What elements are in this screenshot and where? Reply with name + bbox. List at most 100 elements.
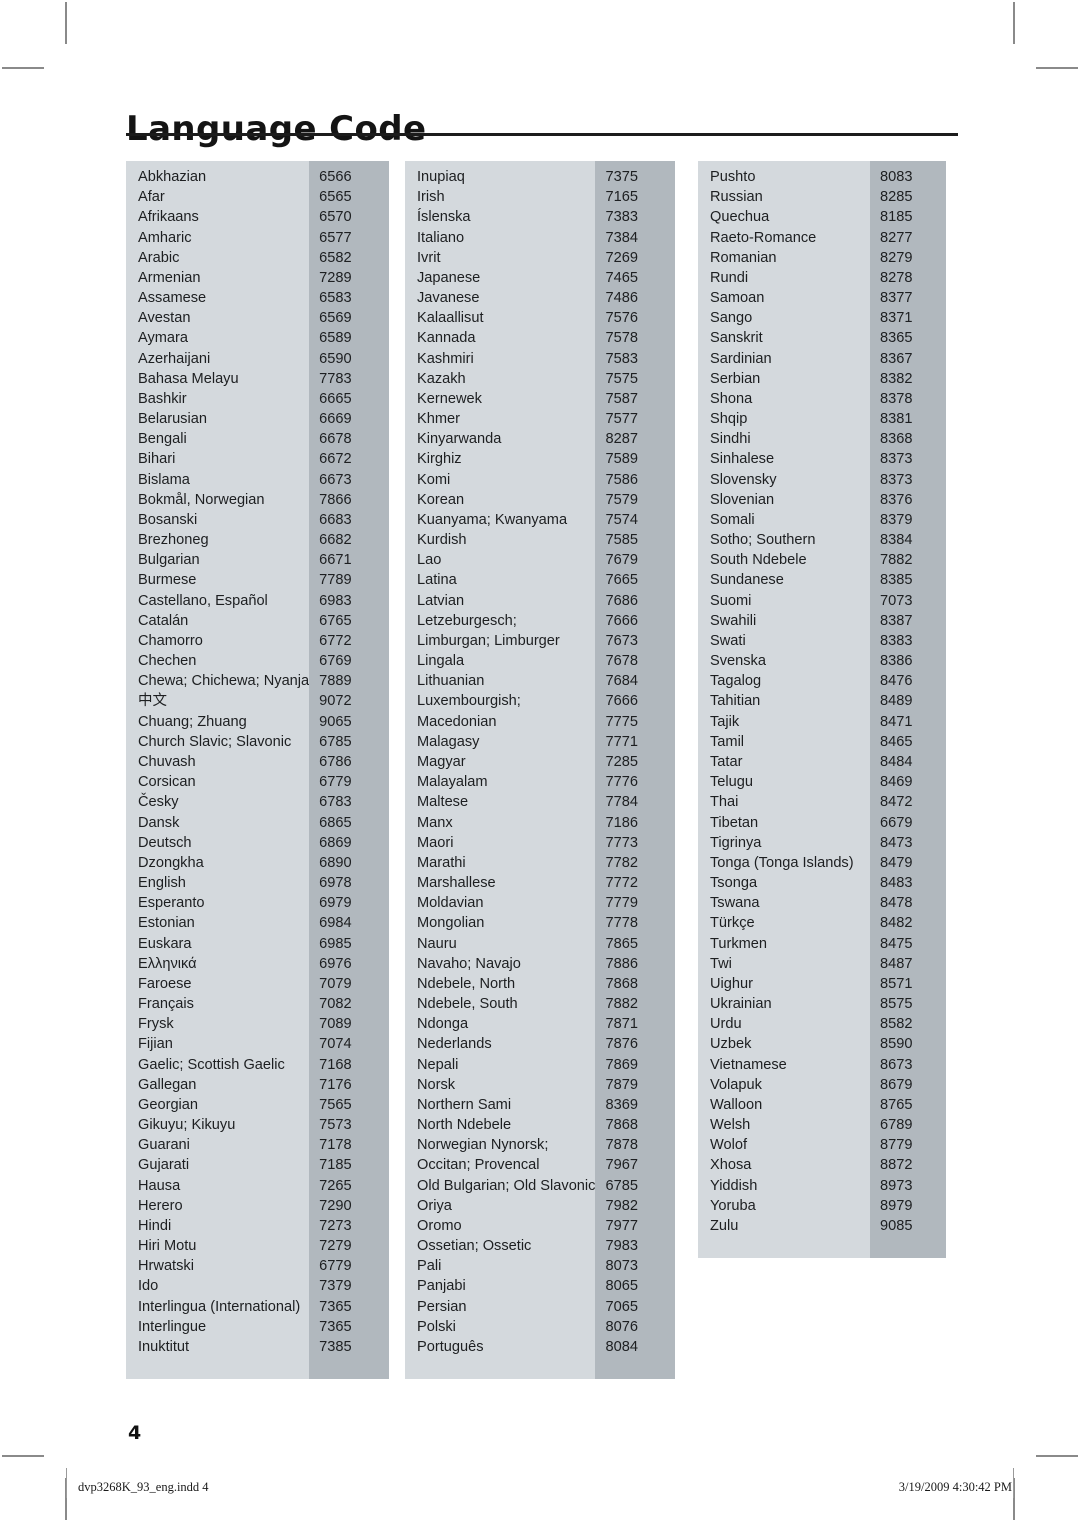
- language-code-cell: 7666: [605, 612, 638, 629]
- language-code-cell: 7269: [605, 249, 638, 266]
- language-name-cell: Esperanto: [138, 895, 205, 912]
- language-code-cell: 7289: [319, 269, 352, 286]
- language-name-cell: Arabic: [138, 249, 180, 266]
- language-name-cell: Herero: [138, 1197, 183, 1214]
- language-name-cell: Slovenian: [710, 491, 775, 508]
- language-name-cell: Walloon: [710, 1096, 763, 1113]
- language-name-cell: Ido: [138, 1278, 159, 1295]
- language-code-cell: 7290: [319, 1197, 352, 1214]
- language-name-cell: Urdu: [710, 1016, 742, 1033]
- language-name-cell: Hindi: [138, 1217, 172, 1234]
- language-name-cell: Estonian: [138, 915, 195, 932]
- language-name-cell: Guarani: [138, 1137, 190, 1154]
- crop-mark-top-right-horizontal: [1036, 67, 1078, 69]
- language-code-cell: 9085: [880, 1217, 913, 1234]
- language-name-cell: Avestan: [138, 310, 191, 327]
- language-code-cell: 6565: [319, 189, 352, 206]
- language-code-cell: 6582: [319, 249, 352, 266]
- crop-mark-bottom-left-horizontal: [2, 1455, 44, 1457]
- language-code-cell: 7983: [605, 1238, 638, 1255]
- language-name-cell: Gikuyu; Kikuyu: [138, 1117, 236, 1134]
- language-name-cell: Old Bulgarian; Old Slavonic: [417, 1177, 596, 1194]
- language-code-cell: 7871: [605, 1016, 638, 1033]
- language-name-cell: Raeto-Romance: [710, 229, 817, 246]
- language-code-cell: 7982: [605, 1197, 638, 1214]
- language-name-cell: Manx: [417, 814, 453, 831]
- language-name-cell: Assamese: [138, 290, 207, 307]
- language-code-cell: 8472: [880, 794, 913, 811]
- language-code-cell: 7784: [605, 794, 638, 811]
- language-name-cell: Ukrainian: [710, 996, 772, 1013]
- language-code-cell: 7365: [319, 1318, 352, 1335]
- language-code-cell: 6983: [319, 592, 352, 609]
- language-name-cell: Kazakh: [417, 370, 466, 387]
- language-code-cell: 8377: [880, 290, 913, 307]
- language-name-cell: Marshallese: [417, 875, 496, 892]
- language-code-cell: 7678: [605, 653, 638, 670]
- language-name-cell: Kashmiri: [417, 350, 474, 367]
- language-code-cell: 6583: [319, 290, 352, 307]
- language-code-cell: 7579: [605, 491, 638, 508]
- language-name-cell: Chamorro: [138, 632, 203, 649]
- language-name-cell: Ivrit: [417, 249, 441, 266]
- language-name-cell: Kinyarwanda: [417, 431, 502, 448]
- language-code-cell: 8368: [880, 431, 913, 448]
- language-code-cell: 8084: [605, 1338, 638, 1355]
- language-name-cell: Kalaallisut: [417, 310, 484, 327]
- language-code-cell: 7575: [605, 370, 638, 387]
- language-code-cell: 7168: [319, 1056, 352, 1073]
- language-code-cell: 7589: [605, 451, 638, 468]
- language-name-cell: Tagalog: [710, 673, 762, 690]
- language-code-cell: 8065: [605, 1278, 638, 1295]
- language-code-cell: 7586: [605, 471, 638, 488]
- language-code-cell: 6984: [319, 915, 352, 932]
- language-name-cell: Khmer: [417, 411, 460, 428]
- language-name-cell: Malagasy: [417, 733, 480, 750]
- language-name-cell: Tsonga: [710, 875, 758, 892]
- language-code-cell: 8973: [880, 1177, 913, 1194]
- language-name-cell: Romanian: [710, 249, 777, 266]
- language-code-cell: 7065: [605, 1298, 638, 1315]
- language-name-cell: Türkçe: [710, 915, 755, 932]
- language-code-cell: 7882: [880, 552, 913, 569]
- language-code-cell: 7686: [605, 592, 638, 609]
- language-name-cell: Shona: [710, 390, 753, 407]
- language-name-cell: Svenska: [710, 653, 766, 670]
- language-code-cell: 8679: [880, 1076, 913, 1093]
- language-code-cell: 8483: [880, 875, 913, 892]
- language-code-cell: 8465: [880, 733, 913, 750]
- language-code-cell: 7665: [605, 572, 638, 589]
- language-name-cell: Italiano: [417, 229, 465, 246]
- language-name-cell: Sinhalese: [710, 451, 775, 468]
- language-code-cell: 9072: [319, 693, 352, 710]
- crop-mark-bottom-right-horizontal: [1036, 1455, 1078, 1457]
- language-name-cell: Mongolian: [417, 915, 485, 932]
- language-name-cell: Tswana: [710, 895, 760, 912]
- language-name-cell: Persian: [417, 1298, 467, 1315]
- language-name-cell: Yiddish: [710, 1177, 758, 1194]
- language-name-cell: Abkhazian: [138, 169, 207, 185]
- language-code-cell: 6772: [319, 632, 352, 649]
- language-code-cell: 9065: [319, 713, 352, 730]
- language-name-cell: Rundi: [710, 269, 749, 286]
- language-code-cell: 7868: [605, 1117, 638, 1134]
- language-code-cell: 7782: [605, 854, 638, 871]
- language-name-cell: Azerhaijani: [138, 350, 211, 367]
- language-code-cell: 6683: [319, 511, 352, 528]
- language-code-cell: 8369: [605, 1096, 638, 1113]
- language-code-cell: 6785: [319, 733, 352, 750]
- language-name-cell: Sardinian: [710, 350, 772, 367]
- language-code-cell: 6865: [319, 814, 352, 831]
- language-code-cell: 6569: [319, 310, 352, 327]
- language-name-cell: Afrikaans: [138, 209, 199, 226]
- language-code-cell: 8590: [880, 1036, 913, 1053]
- language-code-cell: 7783: [319, 370, 352, 387]
- page-title: Language Code: [126, 108, 427, 149]
- language-code-cell: 8384: [880, 532, 913, 549]
- language-name-cell: Uighur: [710, 975, 753, 992]
- language-code-cell: 6566: [319, 169, 352, 185]
- language-code-cell: 8076: [605, 1318, 638, 1335]
- language-name-cell: Malayalam: [417, 774, 488, 791]
- language-name-cell: Northern Sami: [417, 1096, 512, 1113]
- language-code-cell: 8482: [880, 915, 913, 932]
